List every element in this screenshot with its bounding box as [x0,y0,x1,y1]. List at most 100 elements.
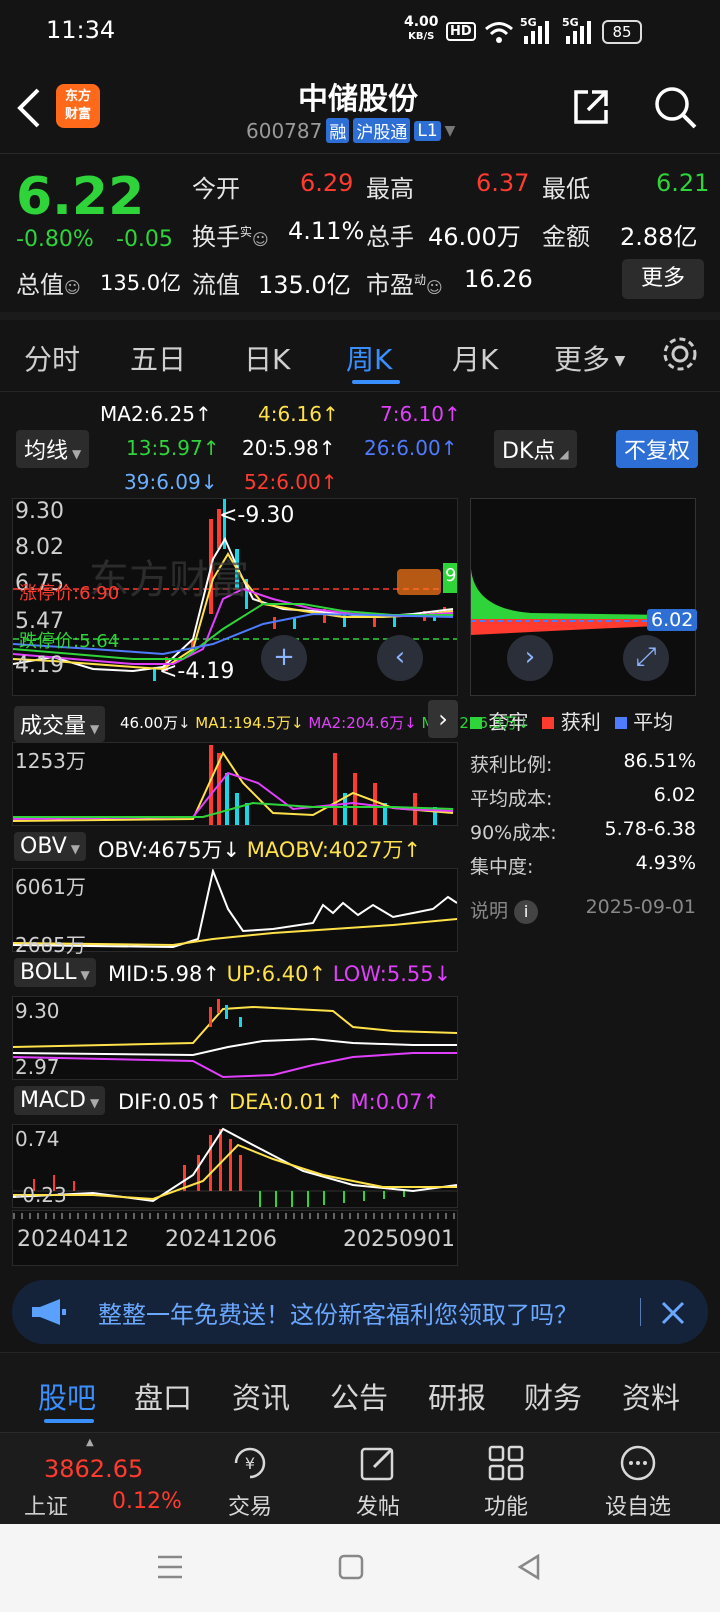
hd-icon: HD [446,22,476,41]
volume-chart[interactable]: 1253万 [12,742,458,826]
chevron-up-icon[interactable]: ▲ [86,1437,94,1448]
tab-daily-k[interactable]: 日K [244,338,290,378]
volume-indicator-dropdown[interactable]: 成交量 ▼ [14,706,106,742]
macd-y-top: 0.74 [15,1127,60,1151]
edit-icon [360,1447,394,1481]
adjust-button[interactable]: 不复权 [616,430,699,468]
index-name[interactable]: 上证 [24,1489,68,1521]
ma-dropdown[interactable]: 均线 ▼ [16,430,90,468]
tab-reports[interactable]: 研报 [428,1375,486,1417]
tab-monthly-k[interactable]: 月K [452,338,498,378]
boll-values: MID:5.98↑ UP:6.40↑ LOW:5.55↓ [108,962,452,986]
signal-icon [524,21,549,44]
chip-footer: 说明 i 2025-09-01 [470,896,696,924]
chip-stat-row: 90%成本: 5.78-6.38 [470,818,696,844]
mktcap-label: 总值☺ [16,271,81,299]
index-pct[interactable]: 0.12% [112,1489,182,1514]
tab-five-day[interactable]: 五日 [130,338,186,378]
min-price-label: <-4.19 [159,659,235,684]
change-pct: -0.80% [16,227,94,252]
info-icon[interactable]: i [514,900,539,924]
macd-y-bottom: -0.23 [15,1183,67,1207]
date-mid: 20241206 [165,1227,277,1252]
obv-y-top: 6061万 [15,875,86,899]
tab-intraday[interactable]: 分时 [24,338,80,378]
close-icon[interactable] [660,1300,686,1326]
trade-label: 交易 [227,1495,272,1520]
function-button[interactable]: 功能 [474,1443,538,1521]
max-price-label: <-9.30 [219,503,295,528]
badge-hgt: 沪股通 [353,118,411,143]
turnover-label: 换手实☺ [192,223,269,251]
tab-announcements[interactable]: 公告 [330,1375,388,1417]
chevron-right-icon[interactable]: › [507,635,553,681]
settings-gear-icon[interactable] [660,334,700,374]
obv-chart[interactable]: 6061万 2685万 [12,867,458,957]
chevron-right-icon[interactable]: › [428,700,458,738]
kline-chart[interactable]: 东方财富 9.30 8.02 6.75 5.47 4.19 涨停价:6.90 跌… [12,498,458,696]
amount-label: 金额 [542,223,590,251]
tab-profile[interactable]: 资料 [622,1375,680,1417]
date-start: 20240412 [17,1227,129,1252]
net-speed: 4.00 KB/S [404,14,439,42]
explain-link[interactable]: 说明 i [470,896,539,924]
boll-chart[interactable]: 9.30 2.97 [12,996,458,1080]
turnover-value: 4.11% [288,217,365,245]
grid-icon [488,1445,524,1481]
add-watchlist-button[interactable]: 设自选 [600,1443,676,1521]
more-button[interactable]: 更多 [622,259,704,299]
battery-icon: 85 [602,20,642,44]
trade-icon: ¥ [234,1447,266,1479]
obv-indicator-dropdown[interactable]: OBV ▼ [14,832,87,861]
menu-icon[interactable] [156,1554,184,1580]
ma13-label: 13:5.97↑ [126,436,220,460]
chevron-left-icon[interactable]: ‹ [377,635,423,681]
home-icon[interactable] [338,1554,364,1580]
macd-indicator-dropdown[interactable]: MACD ▼ [14,1086,106,1115]
expand-icon[interactable]: ⤢ [623,635,669,681]
volume-values: 46.00万↓ MA1:194.5万↓ MA2:204.6万↓ MA3:276.… [120,714,530,732]
tab-weekly-k[interactable]: 周K [346,338,392,378]
tab-finance[interactable]: 财务 [524,1375,582,1417]
ma7-label: 7:6.10↑ [380,402,461,426]
chevron-down-icon[interactable]: ▼ [445,123,456,139]
chip-stat-row: 集中度: 4.93% [470,852,696,878]
bottom-toolbar: ▲ 3862.65 上证 0.12% ¥ 交易 发帖 功能 设自选 [0,1432,720,1524]
megaphone-icon [32,1299,66,1325]
dk-point-button[interactable]: DK点 ◢ [494,430,577,468]
active-bottom-tab-indicator [44,1419,94,1423]
function-label: 功能 [483,1495,528,1520]
low-value: 6.21 [656,169,710,197]
date-end: 20250901 [343,1227,455,1252]
chip-stats: 获利比例: 86.51% 平均成本: 6.02 90%成本: 5.78-6.38 集中… [470,750,696,924]
stock-code-row: 600787 融 沪股通 L1 ▼ [246,118,455,143]
more-dots-icon [620,1445,656,1481]
open-value: 6.29 [300,169,354,197]
back-nav-icon[interactable] [516,1554,542,1580]
amount-value: 2.88亿 [620,223,698,251]
y-axis-top: 9.30 [15,499,64,524]
back-icon[interactable] [14,86,44,130]
ma39-label: 39:6.09↓ [124,470,218,494]
mktcap-value: 135.0亿 [100,271,182,295]
share-icon[interactable] [570,86,612,128]
macd-chart[interactable]: 0.74 -0.23 [12,1124,458,1209]
system-nav-bar [0,1524,720,1612]
boll-drawing [12,999,458,1079]
boll-indicator-dropdown[interactable]: BOLL ▼ [14,958,96,987]
trade-button[interactable]: ¥ 交易 [218,1443,282,1521]
badge-rong: 融 [326,118,350,143]
high-value: 6.37 [476,169,530,197]
search-icon[interactable] [652,84,698,130]
tab-guba[interactable]: 股吧 [38,1375,96,1417]
promo-banner[interactable]: 整整一年免费送！这份新客福利您领取了吗？ [12,1280,708,1344]
add-icon[interactable]: + [261,635,307,681]
chip-distribution-chart[interactable]: 6.02 › ⤢ [470,498,698,696]
y-axis-2: 8.02 [15,535,64,560]
index-value[interactable]: 3862.65 [44,1455,143,1483]
tab-pankou[interactable]: 盘口 [134,1375,192,1417]
tab-more[interactable]: 更多 ▼ [554,338,625,378]
post-button[interactable]: 发帖 [346,1443,410,1521]
tab-news[interactable]: 资讯 [232,1375,290,1417]
current-price: 6.22 [16,167,145,227]
